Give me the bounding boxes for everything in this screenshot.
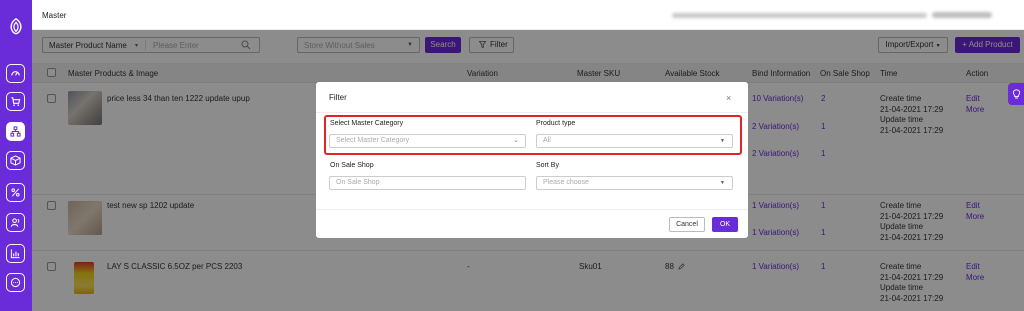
product-type-value: All xyxy=(543,137,551,144)
sort-select[interactable]: Please choose ▼ xyxy=(536,176,733,190)
chart-icon[interactable] xyxy=(6,244,25,263)
product-tree-icon[interactable] xyxy=(6,122,25,141)
percent-icon[interactable] xyxy=(6,183,25,202)
caret-down-icon: ▼ xyxy=(720,138,725,144)
top-header: Master xyxy=(32,0,1024,30)
chat-icon[interactable] xyxy=(6,273,25,292)
cancel-button[interactable]: Cancel xyxy=(669,217,705,232)
divider xyxy=(316,112,748,113)
sidebar xyxy=(0,0,32,311)
modal-title: Filter xyxy=(329,93,347,102)
lightbulb-icon xyxy=(1012,89,1021,99)
package-icon[interactable] xyxy=(6,151,25,170)
product-type-label: Product type xyxy=(536,120,576,127)
filter-modal: Filter × Select Master Category Select M… xyxy=(316,82,748,238)
redacted-user[interactable] xyxy=(932,12,992,18)
cart-icon[interactable] xyxy=(6,92,25,111)
close-icon[interactable]: × xyxy=(726,93,731,103)
dashboard-icon[interactable] xyxy=(6,64,25,83)
chevron-down-icon: ⌄ xyxy=(513,137,519,144)
category-placeholder: Select Master Category xyxy=(336,137,410,144)
caret-down-icon: ▼ xyxy=(720,180,725,186)
sort-label: Sort By xyxy=(536,162,559,169)
category-select[interactable]: Select Master Category ⌄ xyxy=(329,134,526,148)
category-label: Select Master Category xyxy=(330,120,404,127)
logo-icon[interactable] xyxy=(7,17,25,35)
product-type-select[interactable]: All ▼ xyxy=(536,134,733,148)
shop-input[interactable]: On Sale Shop xyxy=(329,176,526,190)
tips-tab[interactable] xyxy=(1008,83,1024,105)
page-title: Master xyxy=(42,11,67,20)
shop-label: On Sale Shop xyxy=(330,162,374,169)
ok-button[interactable]: OK xyxy=(712,217,738,232)
shop-placeholder: On Sale Shop xyxy=(336,179,380,186)
users-icon[interactable] xyxy=(6,213,25,232)
sort-placeholder: Please choose xyxy=(543,179,589,186)
redacted-info xyxy=(672,13,927,18)
divider xyxy=(316,209,748,210)
